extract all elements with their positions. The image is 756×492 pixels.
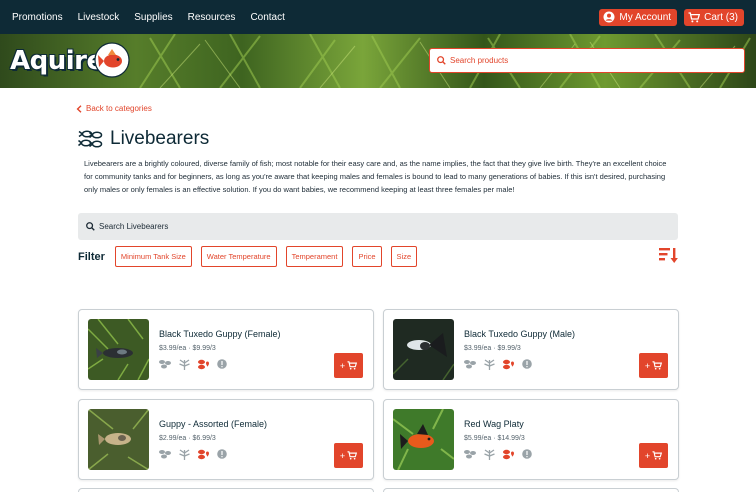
product-card[interactable]: Guppy - Assorted (Female) $2.99/ea · $6.… — [78, 399, 374, 480]
add-label: + — [339, 360, 346, 371]
product-attributes — [158, 448, 227, 460]
cart-icon — [652, 361, 663, 370]
cart-icon — [347, 361, 358, 370]
product-card-partial[interactable] — [78, 488, 374, 492]
info-icon[interactable] — [217, 449, 227, 459]
product-attributes — [463, 448, 532, 460]
nav-contact[interactable]: Contact — [250, 12, 284, 23]
add-label: + — [644, 450, 651, 461]
product-attributes — [158, 358, 227, 370]
chevron-left-icon — [76, 104, 82, 113]
info-icon[interactable] — [217, 359, 227, 369]
category-description: Livebearers are a brightly coloured, div… — [84, 159, 667, 194]
product-card[interactable]: Black Tuxedo Guppy (Female) $3.99/ea · $… — [78, 309, 374, 390]
plant-icon — [179, 449, 190, 460]
filter-size[interactable]: Size — [390, 246, 418, 267]
info-icon[interactable] — [522, 359, 532, 369]
my-account-button[interactable]: My Account — [599, 8, 678, 26]
category-search-input[interactable]: Search Livebearers — [78, 213, 678, 240]
search-icon — [86, 222, 95, 231]
category-search-placeholder: Search Livebearers — [99, 222, 169, 231]
cart-icon — [347, 451, 358, 460]
product-name[interactable]: Black Tuxedo Guppy (Female) — [159, 329, 281, 339]
back-label: Back to categories — [86, 104, 152, 113]
compatibility-icon — [503, 359, 514, 369]
product-name[interactable]: Guppy - Assorted (Female) — [159, 419, 267, 429]
sort-descending-icon[interactable] — [659, 247, 679, 264]
add-to-cart-button[interactable]: + — [334, 353, 363, 378]
product-card[interactable]: Red Wag Platy $5.99/ea · $14.99/3 + — [383, 399, 679, 480]
category-header: Livebearers — [78, 128, 209, 150]
community-icon — [159, 450, 171, 459]
nav-promotions[interactable]: Promotions — [12, 12, 63, 23]
compatibility-icon — [503, 449, 514, 459]
product-image — [88, 409, 149, 470]
plant-icon — [484, 449, 495, 460]
my-account-label: My Account — [619, 11, 672, 23]
back-to-categories-link[interactable]: Back to categories — [76, 104, 152, 113]
community-icon — [464, 450, 476, 459]
product-price: $3.99/ea · $9.99/3 — [464, 345, 521, 352]
add-to-cart-button[interactable]: + — [334, 443, 363, 468]
add-label: + — [339, 450, 346, 461]
cart-button[interactable]: Cart (3) — [684, 8, 744, 26]
add-label: + — [644, 360, 651, 371]
fish-cluster-icon — [78, 130, 103, 148]
product-image — [393, 319, 454, 380]
add-to-cart-button[interactable]: + — [639, 353, 668, 378]
compatibility-icon — [198, 449, 209, 459]
plant-icon — [179, 359, 190, 370]
nav-actions: My Account Cart (3) — [599, 8, 744, 26]
add-to-cart-button[interactable]: + — [639, 443, 668, 468]
site-logo[interactable]: Aquire — [10, 46, 104, 76]
product-price: $2.99/ea · $6.99/3 — [159, 435, 216, 442]
product-price: $5.99/ea · $14.99/3 — [464, 435, 525, 442]
filter-label: Filter — [78, 250, 105, 263]
product-card[interactable]: Black Tuxedo Guppy (Male) $3.99/ea · $9.… — [383, 309, 679, 390]
nav-livestock[interactable]: Livestock — [78, 12, 120, 23]
filter-temperament[interactable]: Temperament — [285, 246, 344, 267]
community-icon — [159, 360, 171, 369]
plant-icon — [484, 359, 495, 370]
product-search-input[interactable]: Search products — [429, 48, 745, 73]
product-name[interactable]: Red Wag Platy — [464, 419, 524, 429]
info-icon[interactable] — [522, 449, 532, 459]
product-name[interactable]: Black Tuxedo Guppy (Male) — [464, 329, 575, 339]
product-card-partial[interactable] — [383, 488, 679, 492]
compatibility-icon — [198, 359, 209, 369]
fish-logo-icon — [94, 42, 130, 78]
product-image — [393, 409, 454, 470]
filter-min-tank-size[interactable]: Minimum Tank Size — [114, 246, 192, 267]
filter-water-temperature[interactable]: Water Temperature — [200, 246, 277, 267]
product-price: $3.99/ea · $9.99/3 — [159, 345, 216, 352]
search-icon — [437, 56, 446, 65]
product-attributes — [463, 358, 532, 370]
product-search-placeholder: Search products — [450, 56, 509, 65]
page-title: Livebearers — [110, 128, 210, 149]
nav-supplies[interactable]: Supplies — [134, 12, 172, 23]
product-image — [88, 319, 149, 380]
filter-price[interactable]: Price — [352, 246, 382, 267]
cart-icon — [688, 11, 701, 22]
cart-label: Cart (3) — [704, 11, 738, 23]
nav-resources[interactable]: Resources — [188, 12, 236, 23]
filter-bar: Filter Minimum Tank Size Water Temperatu… — [78, 246, 426, 267]
top-navigation: Promotions Livestock Supplies Resources … — [0, 0, 756, 34]
user-icon — [603, 11, 615, 23]
cart-icon — [652, 451, 663, 460]
community-icon — [464, 360, 476, 369]
